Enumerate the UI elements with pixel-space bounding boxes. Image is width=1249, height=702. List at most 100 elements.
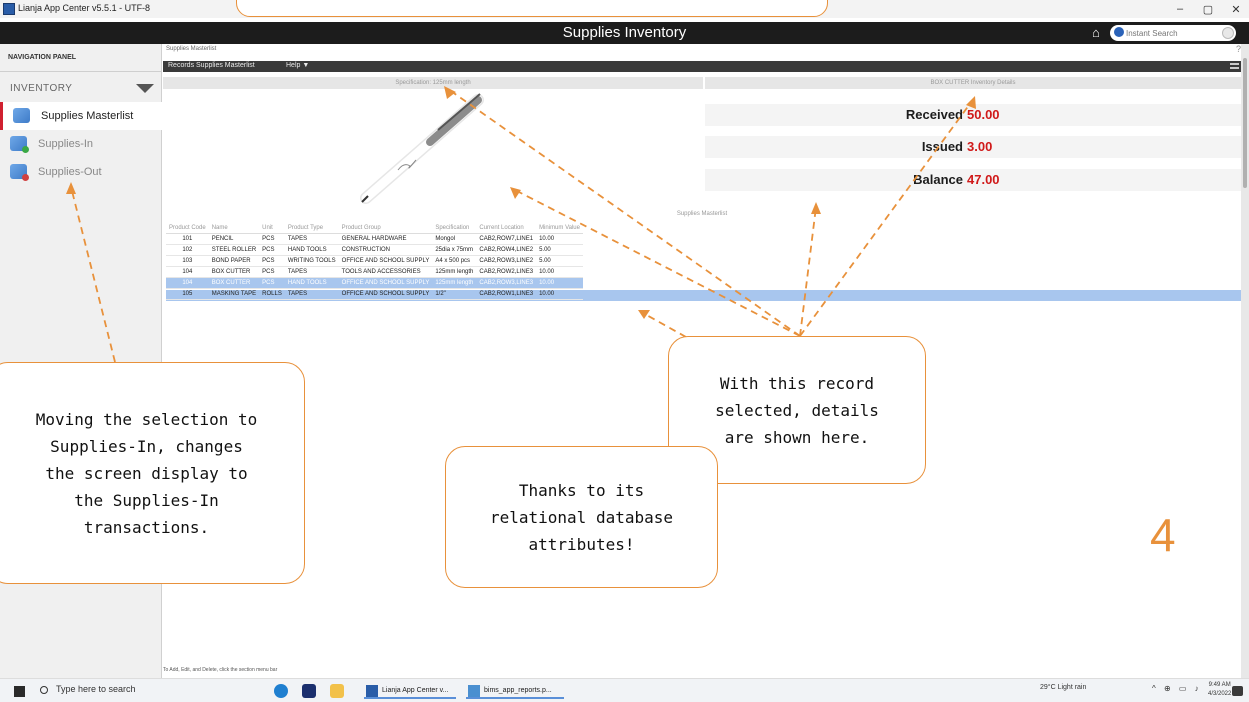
maximize-button[interactable]: ▢ — [1201, 3, 1215, 16]
table-cell[interactable]: 1/2" — [432, 288, 477, 300]
table-cell[interactable]: 10.00 — [536, 277, 583, 289]
issued-row: Issued 3.00 — [705, 136, 1241, 158]
annotation-line: selected, details — [715, 400, 879, 420]
table-cell[interactable]: 5.00 — [536, 255, 583, 267]
help-menu[interactable]: Help ▼ — [286, 62, 309, 69]
table-row[interactable]: 105 MASKING TAPE ROLLS TAPES OFFICE AND SCHO… — [166, 288, 583, 300]
file-explorer-icon[interactable] — [330, 684, 344, 698]
menu-icon[interactable] — [1230, 63, 1239, 69]
annotation-line: With this record — [719, 373, 875, 393]
search-icon[interactable] — [40, 686, 48, 694]
table-cell[interactable]: OFFICE AND SCHOOL SUPPLY — [338, 255, 433, 267]
table-row[interactable]: 104 BOX CUTTER PCS HAND TOOLS OFFICE AND SCH… — [166, 277, 583, 289]
breadcrumb: Supplies Masterlist — [166, 46, 217, 52]
table-cell[interactable]: HAND TOOLS — [284, 277, 339, 289]
column-header[interactable]: Current Location — [476, 224, 537, 234]
table-cell[interactable]: 105 — [166, 288, 209, 300]
column-header[interactable]: Name — [208, 224, 260, 234]
scrollbar-thumb[interactable] — [1243, 58, 1247, 188]
table-cell[interactable]: CAB2,ROW4,LINE2 — [476, 244, 537, 256]
taskbar: Type here to search Lianja App Center v.… — [0, 678, 1249, 702]
column-header[interactable]: Product Code — [166, 224, 209, 234]
chevron-down-icon[interactable] — [136, 84, 154, 93]
home-icon[interactable]: ⌂ — [1092, 26, 1106, 40]
table-cell[interactable]: MASKING TAPE — [208, 288, 260, 300]
table-row[interactable]: 103 BOND PAPER PCS WRITING TOOLS OFFICE AND … — [166, 255, 583, 267]
section-menu-bar[interactable]: Records Supplies Masterlist Help ▼ — [163, 61, 1241, 72]
table-cell[interactable]: 102 — [166, 244, 209, 256]
annotation-line: Thanks to its — [518, 480, 645, 500]
supplies-in-icon — [10, 136, 29, 153]
table-cell[interactable]: CONSTRUCTION — [338, 244, 433, 256]
minimize-button[interactable]: – — [1173, 3, 1187, 15]
table-row[interactable]: 104 BOX CUTTER PCS TAPES TOOLS AND ACCESSORI… — [166, 266, 583, 278]
table-cell[interactable]: TAPES — [284, 233, 339, 245]
table-cell[interactable]: OFFICE AND SCHOOL SUPPLY — [338, 277, 433, 289]
column-header[interactable]: Specification — [432, 224, 477, 234]
table-cell[interactable]: 5.00 — [536, 244, 583, 256]
table-cell[interactable]: PCS — [259, 244, 285, 256]
table-cell[interactable]: 10.00 — [536, 233, 583, 245]
sidebar-item-supplies-masterlist[interactable]: Supplies Masterlist — [0, 102, 162, 130]
table-cell[interactable]: PCS — [259, 277, 285, 289]
clear-search-icon[interactable] — [1222, 27, 1234, 39]
app-icon[interactable] — [302, 684, 316, 698]
table-cell[interactable]: 104 — [166, 266, 209, 278]
records-menu[interactable]: Records Supplies Masterlist — [168, 62, 255, 69]
table-cell[interactable]: CAB2,ROW7,LINE1 — [476, 233, 537, 245]
taskbar-window-lianja[interactable]: Lianja App Center v... — [364, 683, 456, 699]
table-cell[interactable]: BOND PAPER — [208, 255, 260, 267]
table-cell[interactable]: WRITING TOOLS — [284, 255, 339, 267]
table-cell[interactable]: PCS — [259, 266, 285, 278]
table-cell[interactable]: GENERAL HARDWARE — [338, 233, 433, 245]
column-header[interactable]: Product Group — [338, 224, 433, 234]
windows-start-icon[interactable] — [14, 686, 25, 697]
table-cell[interactable]: TAPES — [284, 266, 339, 278]
table-cell[interactable]: BOX CUTTER — [208, 266, 260, 278]
table-cell[interactable]: 10.00 — [536, 266, 583, 278]
taskbar-window-reports[interactable]: bims_app_reports.p... — [466, 683, 564, 699]
instant-search[interactable] — [1110, 25, 1236, 41]
table-cell[interactable]: Mongol — [432, 233, 477, 245]
table-row[interactable]: 102 STEEL ROLLER PCS HAND TOOLS CONSTRUCTION… — [166, 244, 583, 256]
table-cell[interactable]: CAB2,ROW3,LINE3 — [476, 277, 537, 289]
inventory-section-header[interactable]: INVENTORY — [0, 77, 162, 99]
close-button[interactable]: ✕ — [1229, 3, 1243, 16]
clock-date: 4/3/2022 — [1208, 691, 1232, 697]
table-row[interactable]: 101 PENCIL PCS TAPES GENERAL HARDWARE Mongol C… — [166, 233, 583, 245]
table-cell[interactable]: CAB2,ROW2,LINE3 — [476, 266, 537, 278]
table-cell[interactable]: 125mm length — [432, 277, 477, 289]
table-cell[interactable]: PENCIL — [208, 233, 260, 245]
column-header[interactable]: Product Type — [284, 224, 339, 234]
table-cell[interactable]: TAPES — [284, 288, 339, 300]
table-cell[interactable]: PCS — [259, 233, 285, 245]
table-cell[interactable]: BOX CUTTER — [208, 277, 260, 289]
table-cell[interactable]: ROLLS — [259, 288, 285, 300]
status-text: To Add, Edit, and Delete, click the sect… — [163, 667, 278, 673]
table-cell[interactable]: 101 — [166, 233, 209, 245]
table-cell[interactable]: OFFICE AND SCHOOL SUPPLY — [338, 288, 433, 300]
table-cell[interactable]: 25dia x 75mm — [432, 244, 477, 256]
notification-icon[interactable] — [1232, 686, 1243, 696]
sidebar-item-supplies-in[interactable]: Supplies-In — [0, 130, 162, 158]
sidebar-item-supplies-out[interactable]: Supplies-Out — [0, 158, 162, 186]
table-cell[interactable]: CAB2,ROW3,LINE2 — [476, 255, 537, 267]
edge-icon[interactable] — [274, 684, 288, 698]
table-cell[interactable]: TOOLS AND ACCESSORIES — [338, 266, 433, 278]
table-cell[interactable]: 104 — [166, 277, 209, 289]
table-cell[interactable]: CAB2,ROW1,LINE3 — [476, 288, 537, 300]
taskbar-clock[interactable]: 9:49 AM 4/3/2022 — [1208, 681, 1231, 699]
table-cell[interactable]: A4 x 500 pcs — [432, 255, 477, 267]
table-cell[interactable]: HAND TOOLS — [284, 244, 339, 256]
system-tray-icons[interactable]: ^ ⊕ ▭ ♪ — [1152, 684, 1202, 693]
table-cell[interactable]: 125mm length — [432, 266, 477, 278]
table-cell[interactable]: STEEL ROLLER — [208, 244, 260, 256]
table-cell[interactable]: PCS — [259, 255, 285, 267]
column-header[interactable]: Minimum Value — [536, 224, 583, 234]
column-header[interactable]: Unit — [259, 224, 285, 234]
instant-search-input[interactable] — [1126, 26, 1218, 40]
taskbar-search[interactable]: Type here to search — [56, 684, 136, 694]
table-cell[interactable]: 10.00 — [536, 288, 583, 300]
table-cell[interactable]: 103 — [166, 255, 209, 267]
weather-status[interactable]: 29°C Light rain — [1040, 684, 1086, 691]
